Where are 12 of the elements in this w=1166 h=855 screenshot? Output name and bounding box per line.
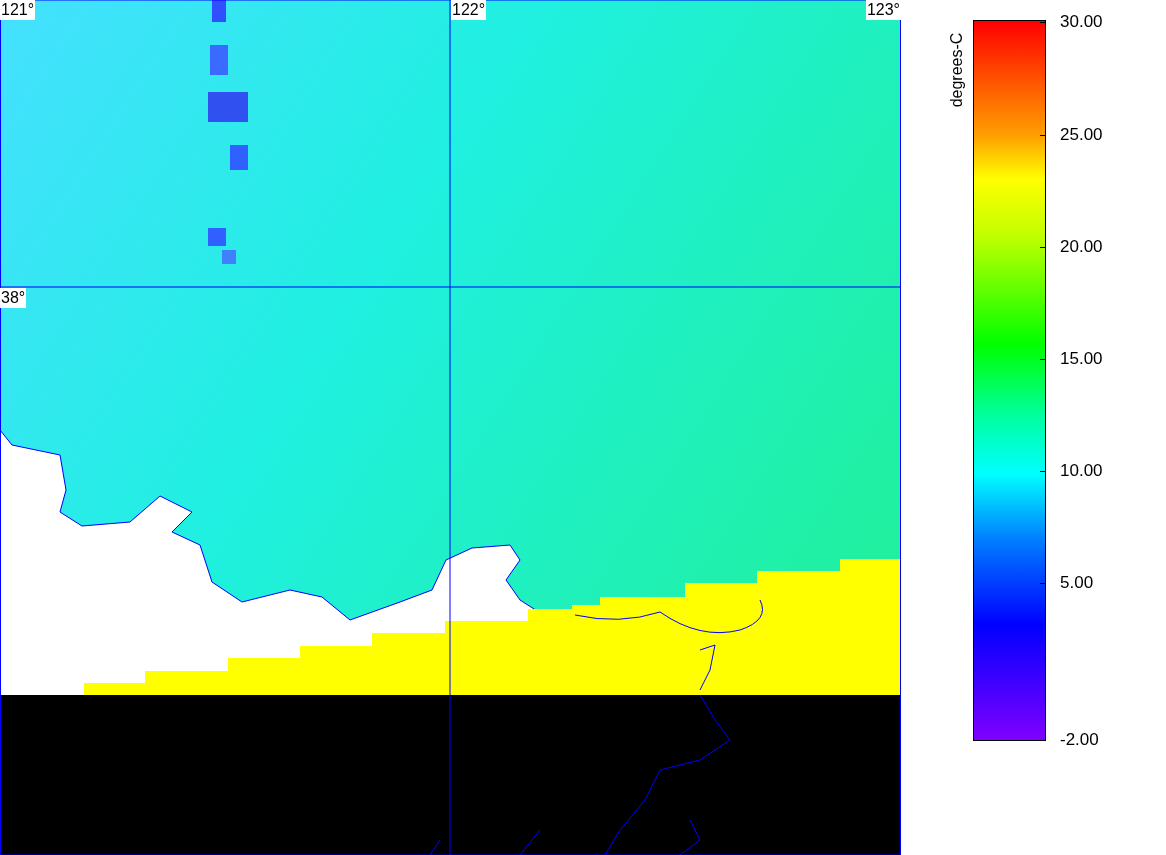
colorbar-tick-label: 30.00 [1060, 12, 1103, 32]
colorbar-tick-label: 15.00 [1060, 349, 1103, 369]
colorbar-tick-label: 5.00 [1060, 573, 1094, 593]
longitude-label: 123° [865, 0, 901, 20]
colorbar-tick-label: 20.00 [1060, 237, 1103, 257]
colorbar-tick-label: 10.00 [1060, 461, 1103, 481]
longitude-label: 122° [451, 0, 487, 20]
longitude-label: 121° [0, 0, 36, 20]
colorbar-tick-label: -2.00 [1060, 730, 1099, 750]
colorbar-title: degrees-C [947, 31, 966, 110]
colorbar-tick-label: 25.00 [1060, 125, 1103, 145]
latitude-label: 38° [0, 288, 27, 308]
